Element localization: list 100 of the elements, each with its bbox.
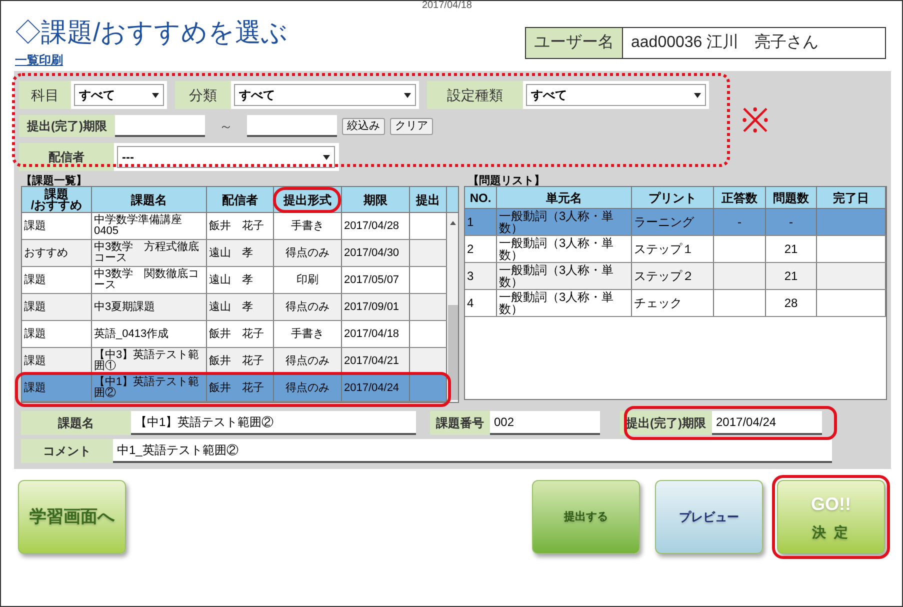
table-cell: 2017/05/07 [342, 267, 410, 293]
problem-row[interactable]: 4 一般動詞（3人称・単数） チェック 28 [465, 290, 886, 317]
user-label: ユーザー名 [526, 28, 623, 58]
field-label: 提出(完了)期限 [19, 115, 115, 137]
table-cell: - [766, 209, 817, 235]
table-cell: チェック [632, 290, 714, 316]
action-button[interactable]: プレビュー [655, 480, 763, 554]
action-button[interactable]: 学習画面へ [18, 480, 126, 554]
problem-row[interactable]: 1 一般動詞（3人称・単数） ラーニング - - [465, 209, 886, 236]
note-mark: ※ [741, 103, 769, 139]
table-cell: 印刷 [274, 267, 342, 293]
scroll-thumb[interactable] [448, 305, 458, 400]
table-cell: 課題 [22, 321, 92, 347]
field-label: 課題番号 [430, 411, 490, 435]
table-cell: 飯井 花子 [207, 348, 274, 374]
table-cell: 手書き [274, 321, 342, 347]
caret-icon [152, 92, 159, 98]
caret-icon [323, 154, 330, 160]
table-cell: 2017/04/21 [342, 348, 410, 374]
table-cell: 一般動詞（3人称・単数） [497, 209, 632, 235]
table-cell: 得点のみ [274, 348, 342, 374]
range-separator: ～ [218, 116, 234, 136]
field-label: 分類 [175, 81, 231, 109]
filter-button[interactable]: 絞込み [342, 118, 385, 134]
field-label: 科目 [19, 81, 71, 109]
table-cell: 一般動詞（3人称・単数） [497, 290, 632, 316]
text-field[interactable]: 2017/04/24 [712, 411, 822, 435]
column-header: 配信者 [207, 187, 274, 212]
column-header: プリント [632, 187, 714, 208]
action-button[interactable]: 提出する [532, 480, 640, 554]
table-cell: 遠山 孝 [207, 294, 274, 320]
date-input[interactable] [115, 115, 205, 137]
table-cell: 課題 [22, 213, 92, 239]
scroll-up-icon [450, 221, 456, 225]
column-header: 単元名 [497, 187, 632, 208]
text-field[interactable]: 002 [490, 411, 600, 435]
task-row[interactable]: 課題 英語_0413作成 飯井 花子 手書き 2017/04/18 [22, 321, 447, 348]
text-field[interactable]: 中1_英語テスト範囲② [113, 439, 832, 463]
scrollbar[interactable] [447, 213, 458, 402]
caret-icon [404, 92, 411, 98]
column-header: 課題 /おすすめ [22, 187, 92, 212]
table-cell: 1 [465, 209, 497, 235]
table-cell: 手書き [274, 213, 342, 239]
table-cell: 飯井 花子 [207, 321, 274, 347]
table-cell: 28 [766, 290, 817, 316]
table-cell: 中3夏期課題 [92, 294, 207, 320]
filter-button[interactable]: クリア [390, 118, 433, 134]
user-name: aad00036 江川 亮子さん [630, 32, 820, 53]
problem-row[interactable]: 3 一般動詞（3人称・単数） ステップ２ 21 [465, 263, 886, 290]
table-cell: 2017/04/18 [342, 321, 410, 347]
button-sublabel: 決 定 [812, 523, 850, 542]
table-cell: 得点のみ [274, 294, 342, 320]
section-title: 【問題リスト】 [468, 174, 545, 189]
column-header: 完了日 [817, 187, 886, 208]
table-cell: 21 [766, 236, 817, 262]
task-row[interactable]: 課題 中3夏期課題 遠山 孝 得点のみ 2017/09/01 [22, 294, 447, 321]
dropdown[interactable]: --- [117, 146, 335, 168]
table-cell: 一般動詞（3人称・単数） [497, 236, 632, 262]
button-label: GO!! [811, 493, 851, 516]
field-label: 提出(完了)期限 [620, 411, 712, 435]
table-cell: 2017/04/30 [342, 240, 410, 266]
table-cell: 遠山 孝 [207, 267, 274, 293]
text-field[interactable]: 【中1】英語テスト範囲② [131, 411, 416, 435]
print-link[interactable]: 一覧印刷 [15, 51, 63, 69]
column-header: 問題数 [766, 187, 817, 208]
field-label: コメント [21, 439, 113, 463]
date-text: 2017/04/18 [422, 1, 472, 11]
table-cell: 2 [465, 236, 497, 262]
table-cell: 得点のみ [274, 240, 342, 266]
page-title: ◇課題/おすすめを選ぶ [15, 17, 288, 47]
table-cell: 2017/09/01 [342, 294, 410, 320]
table-cell: 遠山 孝 [207, 240, 274, 266]
table-cell: 3 [465, 263, 497, 289]
dropdown[interactable]: すべて [526, 84, 706, 106]
dropdown[interactable]: すべて [234, 84, 416, 106]
field-label: 配信者 [19, 143, 114, 171]
column-header: 正答数 [714, 187, 766, 208]
table-cell: 飯井 花子 [207, 213, 274, 239]
section-title: 【課題一覧】 [21, 174, 87, 188]
table-cell: ラーニング [632, 209, 714, 235]
table-cell: 2017/04/28 [342, 213, 410, 239]
table-cell: 中学数学準備講座0405 [92, 213, 207, 239]
problem-row[interactable]: 2 一般動詞（3人称・単数） ステップ１ 21 [465, 236, 886, 263]
table-cell: 一般動詞（3人称・単数） [497, 263, 632, 289]
caret-icon [694, 92, 701, 98]
date-input[interactable] [247, 115, 337, 137]
table-cell: 【中3】英語テスト範囲① [92, 348, 207, 374]
table-cell: ステップ１ [632, 236, 714, 262]
task-row[interactable]: 課題 中学数学準備講座0405 飯井 花子 手書き 2017/04/28 [22, 213, 447, 240]
table-cell: ステップ２ [632, 263, 714, 289]
table-cell: 4 [465, 290, 497, 316]
field-label: 課題名 [21, 411, 131, 435]
field-label: 設定種類 [427, 81, 523, 109]
column-header: 提出 [410, 187, 447, 212]
table-cell: - [714, 209, 766, 235]
column-header: NO. [465, 187, 497, 208]
table-cell: 課題 [22, 294, 92, 320]
table-cell: 課題 [22, 267, 92, 293]
dropdown[interactable]: すべて [74, 84, 164, 106]
table-cell: 中3数学 方程式徹底コース [92, 240, 207, 266]
